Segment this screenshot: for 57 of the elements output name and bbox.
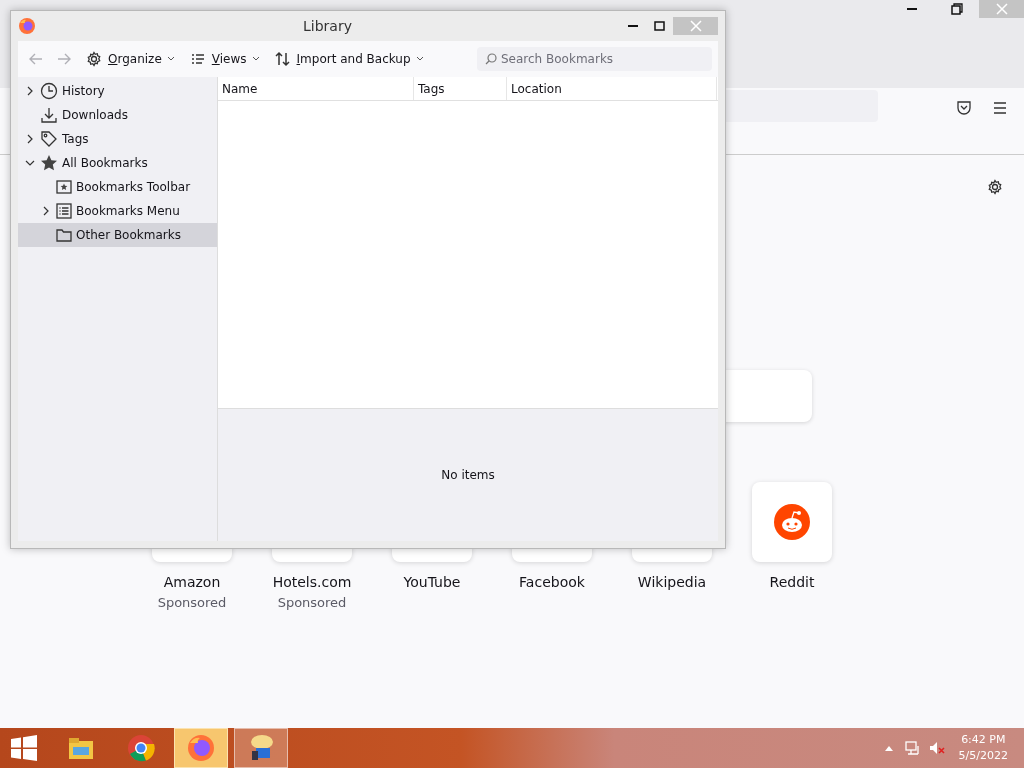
fox-globe-icon [186, 733, 216, 763]
star-icon [40, 154, 58, 172]
restore-icon [950, 3, 963, 15]
tree-item[interactable]: History [18, 79, 217, 103]
right-arrow-icon [56, 51, 72, 67]
shortcut-tile[interactable] [752, 482, 832, 562]
column-header[interactable]: Location [507, 77, 717, 100]
minimize-icon [906, 7, 917, 11]
toolbar-menu-button[interactable]: Import and Backup [268, 48, 429, 70]
alien-logo-icon [774, 504, 810, 540]
minimize-icon [627, 24, 638, 28]
left-arrow-icon [28, 51, 44, 67]
tile-title: YouTube [403, 573, 461, 592]
toolbar-menu-button[interactable]: Views [183, 48, 265, 70]
close-icon [995, 3, 1008, 15]
tile-title: Reddit [769, 573, 815, 592]
caret-down-icon [416, 57, 423, 61]
tile-title: Wikipedia [637, 573, 707, 592]
sort-arrows-icon [274, 51, 291, 67]
browser-logo-icon [126, 733, 156, 763]
empty-message: No items [441, 467, 495, 484]
maximize-icon [654, 21, 665, 31]
column-header[interactable]: Name [218, 77, 414, 100]
tile-title: Amazon [163, 573, 221, 592]
tree-item[interactable]: Downloads [18, 103, 217, 127]
search-field[interactable]: Search Bookmarks [477, 47, 712, 71]
sponsored-label: Sponsored [157, 594, 227, 612]
settings-icon [86, 51, 102, 67]
column-header[interactable]: Tags [414, 77, 507, 100]
folder-icon [56, 227, 72, 243]
tree-item[interactable]: Other Bookmarks [18, 223, 217, 247]
tree-item[interactable]: All Bookmarks [18, 151, 217, 175]
caret-down-icon [167, 57, 174, 61]
list-icon [189, 51, 206, 67]
star-window-icon [56, 179, 72, 195]
windows-logo-icon [11, 735, 37, 761]
search-icon [485, 53, 497, 65]
download-icon [40, 106, 58, 124]
caret-up-icon [884, 745, 893, 751]
tile-title: Facebook [519, 573, 585, 592]
tag-icon [40, 130, 58, 148]
close-icon [689, 20, 702, 32]
fox-globe-icon [18, 17, 36, 35]
tile-title: Hotels.com [272, 573, 352, 592]
caret-down-icon [252, 57, 259, 61]
toolbar-menu-button[interactable]: Organize [80, 48, 180, 70]
list-icon [56, 203, 72, 219]
tree-item[interactable]: Tags [18, 127, 217, 151]
clock-time: 6:42 PM [960, 731, 1007, 748]
clock-icon [40, 82, 58, 100]
clock-date: 5/5/2022 [958, 748, 1008, 764]
window-title: Library [302, 16, 353, 36]
tree-item[interactable]: Bookmarks Toolbar [18, 175, 217, 199]
sponsored-label: Sponsored [277, 594, 347, 612]
tree-item[interactable]: Bookmarks Menu [18, 199, 217, 223]
network-icon [904, 740, 921, 756]
muted-speaker-icon [928, 740, 945, 756]
